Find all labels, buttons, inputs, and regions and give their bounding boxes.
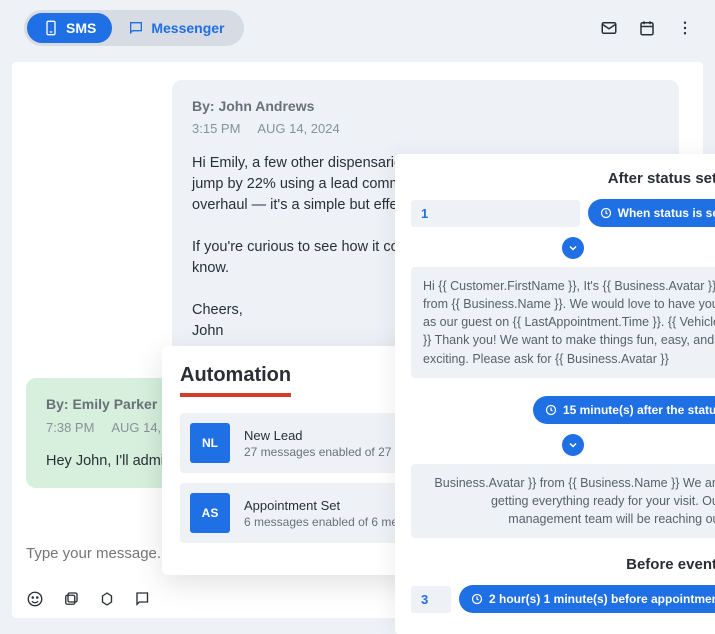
composer-toolbar: [26, 590, 152, 608]
automation-detail-panel: After status set 1 When status is set Hi…: [395, 154, 715, 634]
chat-icon: [128, 20, 144, 36]
step-number: 1: [411, 200, 580, 227]
top-actions: [599, 18, 695, 38]
tab-messenger[interactable]: Messenger: [112, 13, 240, 43]
automation-title: Automation: [180, 364, 291, 397]
trigger-label: 15 minute(s) after the status: [563, 403, 715, 417]
expand-chevron[interactable]: [562, 237, 584, 259]
step-number: 3: [411, 586, 451, 613]
message-time: 3:15 PM: [192, 121, 240, 136]
automation-badge: AS: [190, 493, 230, 533]
channel-tabs: SMS Messenger: [24, 10, 244, 46]
step-2: 15 minute(s) after the status Business.A…: [411, 396, 715, 538]
template-icon[interactable]: [98, 590, 116, 608]
attachment-icon[interactable]: [62, 590, 80, 608]
message-author: By: John Andrews: [192, 96, 659, 116]
calendar-icon[interactable]: [637, 18, 657, 38]
template-text: Business.Avatar }} from {{ Business.Name…: [411, 464, 715, 538]
step-head: 3 2 hour(s) 1 minute(s) before appointme…: [411, 585, 715, 613]
clock-icon: [545, 404, 557, 416]
phone-icon: [43, 20, 59, 36]
section-title-after: After status set: [411, 170, 715, 187]
trigger-label: When status is set: [618, 206, 715, 220]
bookmark-icon[interactable]: [134, 590, 152, 608]
template-text: Hi {{ Customer.FirstName }}, It's {{ Bus…: [411, 267, 715, 378]
emoji-icon[interactable]: [26, 590, 44, 608]
clock-icon: [600, 207, 612, 219]
step-3: 3 2 hour(s) 1 minute(s) before appointme…: [411, 585, 715, 613]
trigger-label: 2 hour(s) 1 minute(s) before appointment: [489, 592, 715, 606]
step-1: 1 When status is set Hi {{ Customer.Firs…: [411, 199, 715, 378]
more-icon[interactable]: [675, 18, 695, 38]
message-meta: 3:15 PM AUG 14, 2024: [192, 120, 659, 139]
expand-chevron[interactable]: [562, 434, 584, 456]
mail-icon[interactable]: [599, 18, 619, 38]
automation-badge: NL: [190, 423, 230, 463]
tab-messenger-label: Messenger: [151, 20, 224, 36]
message-date: AUG 14, 2024: [257, 121, 339, 136]
trigger-pill[interactable]: When status is set: [588, 199, 715, 227]
step-head: 1 When status is set: [411, 199, 715, 227]
topbar: SMS Messenger: [0, 0, 715, 56]
trigger-pill[interactable]: 15 minute(s) after the status: [533, 396, 715, 424]
tab-sms-label: SMS: [66, 20, 96, 36]
step-head: 15 minute(s) after the status: [411, 396, 715, 424]
trigger-pill[interactable]: 2 hour(s) 1 minute(s) before appointment: [459, 585, 715, 613]
tab-sms[interactable]: SMS: [27, 13, 112, 43]
message-time: 7:38 PM: [46, 420, 94, 435]
clock-icon: [471, 593, 483, 605]
section-title-before: Before event: [411, 556, 715, 573]
